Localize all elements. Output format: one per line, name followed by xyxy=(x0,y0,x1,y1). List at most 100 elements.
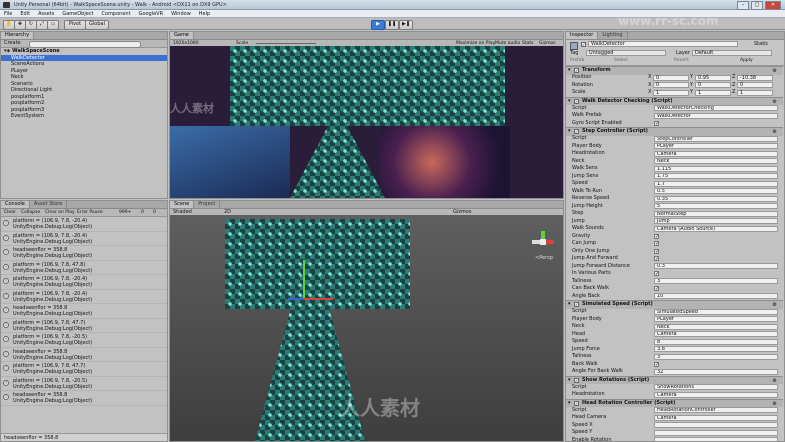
console-entry[interactable]: i platform = (106.9, 7.8, -20.4) UnityEngi… xyxy=(1,217,167,232)
field-checkbox[interactable]: ✓ xyxy=(654,248,659,254)
field-value[interactable]: HeadRotationController xyxy=(654,407,778,414)
console-entry[interactable]: i platform = (106.9, 7.8, -20.4) UnityEngi… xyxy=(1,275,167,290)
tab-hierarchy[interactable]: Hierarchy xyxy=(1,32,35,39)
tab-console[interactable]: Console xyxy=(1,201,30,208)
console-entry[interactable]: i platform = (106.9, 7.8, -20.5) UnityEngi… xyxy=(1,377,167,391)
foldout-icon[interactable]: ▾ xyxy=(568,98,571,105)
menu-window[interactable]: Window xyxy=(167,10,195,17)
console-entry[interactable]: i platform = (106.9, 7.8, 47.7) UnityEngin… xyxy=(1,319,167,333)
field-value[interactable]: 0.35 xyxy=(654,195,778,202)
z-axis-handle[interactable] xyxy=(288,298,304,300)
hierarchy-search-input[interactable] xyxy=(29,41,141,48)
field-checkbox[interactable]: ✓ xyxy=(654,241,659,247)
field-value[interactable]: 5 xyxy=(654,203,778,210)
field-value[interactable]: Jump xyxy=(654,218,778,225)
field-value[interactable] xyxy=(654,429,778,436)
field-value[interactable]: SimulatedSpeed xyxy=(654,308,778,315)
field-value[interactable]: 3 xyxy=(654,278,778,285)
z-field[interactable]: -10.38 xyxy=(737,74,773,81)
tab-scene[interactable]: Scene xyxy=(170,201,195,208)
tab-asset-store[interactable]: Asset Store xyxy=(30,201,68,208)
field-value[interactable]: Neck xyxy=(654,323,778,330)
step-button[interactable]: ▶❚ xyxy=(399,20,413,30)
field-checkbox[interactable]: ✓ xyxy=(654,120,659,126)
pivot-toggle[interactable]: Pivot xyxy=(64,20,86,30)
x-field[interactable]: 1 xyxy=(653,89,689,96)
y-axis-handle[interactable] xyxy=(303,260,305,300)
console-entry[interactable]: i headseenflor = 358.8 UnityEngine.Debug:L… xyxy=(1,246,167,261)
console-entry[interactable]: i platform = (106.9, 7.8, 47.7) UnityEngin… xyxy=(1,362,167,377)
field-value[interactable]: 1.7 xyxy=(654,180,778,187)
foldout-icon[interactable]: ▾ xyxy=(568,377,571,384)
field-value[interactable]: WalkDetectorChecking xyxy=(654,105,778,112)
rect-tool-icon[interactable]: ▭ xyxy=(47,20,59,30)
field-value[interactable]: PLayer xyxy=(654,316,778,323)
create-dropdown[interactable]: Create xyxy=(4,40,21,47)
foldout-icon[interactable]: ▾ xyxy=(568,67,571,74)
hierarchy-item-eventsystem[interactable]: EventSystem xyxy=(1,113,167,120)
clear-on-play-button[interactable]: Clear on Play xyxy=(45,209,75,216)
field-value[interactable]: 10 xyxy=(654,293,778,300)
scene-orientation-gizmo[interactable] xyxy=(532,231,554,253)
component-enabled-checkbox[interactable]: ✓ xyxy=(574,377,579,383)
console-entry[interactable]: i platform = (106.9, 7.8, -20.4) UnityEngi… xyxy=(1,232,167,246)
tab-game[interactable]: Game xyxy=(170,32,194,39)
component-enabled-checkbox[interactable]: ✓ xyxy=(574,400,579,406)
prefab-revert-button[interactable]: Revert xyxy=(674,58,689,63)
menu-file[interactable]: File xyxy=(0,10,16,17)
prefab-apply-button[interactable]: Apply xyxy=(740,58,753,63)
foldout-icon[interactable]: ▾ xyxy=(568,400,571,407)
tab-inspector[interactable]: Inspector xyxy=(566,32,599,39)
field-value[interactable]: 32 xyxy=(654,368,778,375)
field-checkbox[interactable]: ✓ xyxy=(654,256,659,262)
object-name-field[interactable]: WalkDetector xyxy=(588,41,738,47)
layer-dropdown[interactable]: Default xyxy=(692,50,772,56)
field-value[interactable]: NormalStep xyxy=(654,210,778,217)
maximize-button[interactable]: □ xyxy=(751,1,763,10)
field-value[interactable]: 1.75 xyxy=(654,173,778,180)
perspective-label[interactable]: <Persp xyxy=(535,255,553,261)
menu-component[interactable]: Component xyxy=(98,10,135,17)
field-value[interactable]: Camera (Audio Source) xyxy=(654,225,778,232)
field-value[interactable]: 3.8 xyxy=(654,346,778,353)
field-value[interactable]: Camera xyxy=(654,414,778,421)
z-field[interactable]: 0 xyxy=(737,82,773,89)
z-field[interactable]: 1 xyxy=(737,89,773,96)
component-enabled-checkbox[interactable]: ✓ xyxy=(574,98,579,104)
static-toggle[interactable]: Static xyxy=(754,41,768,47)
field-value[interactable]: PLayer xyxy=(654,143,778,150)
game-render[interactable] xyxy=(170,46,563,198)
menu-edit[interactable]: Edit xyxy=(16,10,34,17)
log-count[interactable]: 999+ xyxy=(119,209,131,216)
field-value[interactable]: 0.5 xyxy=(654,188,778,195)
error-count[interactable]: 0 xyxy=(153,209,156,216)
component-enabled-checkbox[interactable]: ✓ xyxy=(574,129,579,134)
field-value[interactable]: WalkDetector xyxy=(654,112,778,119)
tab-lighting[interactable]: Lighting xyxy=(598,32,628,39)
pause-button[interactable]: ❚❚ xyxy=(385,20,399,30)
console-entry[interactable]: i platform = (106.9, 7.8, -20.5) UnityEngi… xyxy=(1,333,167,348)
menu-help[interactable]: Help xyxy=(195,10,214,17)
field-value[interactable]: Camera xyxy=(654,391,778,398)
field-value[interactable]: 1.115 xyxy=(654,165,778,172)
clear-button[interactable]: Clear xyxy=(4,209,16,216)
tab-project[interactable]: Project xyxy=(194,201,221,208)
field-value[interactable] xyxy=(654,437,778,441)
x-field[interactable]: 0 xyxy=(653,74,689,81)
close-button[interactable]: ✕ xyxy=(765,1,781,10)
field-value[interactable]: Neck xyxy=(654,158,778,165)
y-field[interactable]: 1 xyxy=(695,89,731,96)
menu-googlevr[interactable]: GoogleVR xyxy=(135,10,168,17)
warning-count[interactable]: 0 xyxy=(141,209,144,216)
prefab-select-button[interactable]: Select xyxy=(614,58,628,63)
menu-assets[interactable]: Assets xyxy=(34,10,58,17)
x-field[interactable]: 0 xyxy=(653,82,689,89)
field-checkbox[interactable]: ✓ xyxy=(654,233,659,239)
field-checkbox[interactable]: ✓ xyxy=(654,361,659,367)
foldout-icon[interactable]: ▾ xyxy=(568,128,571,135)
field-value[interactable]: 3 xyxy=(654,353,778,360)
console-entry[interactable]: i headseenflor = 358.8 UnityEngine.Debug:L… xyxy=(1,391,167,406)
minimize-button[interactable]: – xyxy=(737,1,749,10)
error-pause-button[interactable]: Error Pause xyxy=(77,209,103,216)
tag-dropdown[interactable]: Untagged xyxy=(586,50,666,56)
